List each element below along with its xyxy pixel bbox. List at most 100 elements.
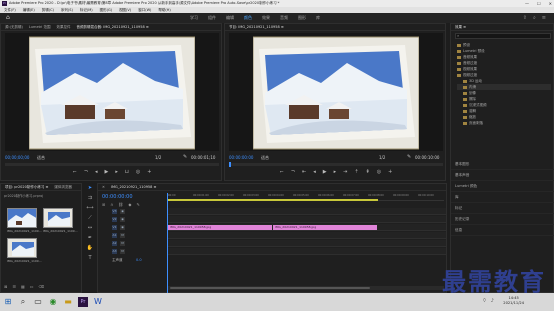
source-viewer[interactable] — [5, 33, 219, 151]
panel-lumetri-color[interactable]: Lumetri 颜色 — [451, 181, 554, 192]
track-lane[interactable] — [168, 208, 446, 215]
clock[interactable]: 14:45 2021/11/24 — [503, 296, 524, 306]
tab-effects[interactable]: 效果 ≡ — [455, 24, 466, 30]
share-icon[interactable]: ⇪ — [523, 13, 527, 23]
mark-out-icon[interactable]: ¬ — [84, 169, 88, 177]
wrench-icon[interactable]: ✎ — [136, 202, 139, 207]
mark-in-icon[interactable]: ⌐ — [280, 169, 284, 177]
panel-info[interactable]: 信息 — [451, 225, 554, 236]
tab-sequence[interactable]: IMG_20210921_110958 ≡ — [111, 184, 157, 190]
track-label[interactable]: V1 — [112, 225, 117, 230]
volume-icon[interactable]: ♪ — [491, 298, 494, 304]
track-lane[interactable] — [168, 216, 446, 223]
slip-tool-icon[interactable]: ↔ — [88, 225, 92, 231]
play-icon[interactable]: ▶ — [323, 169, 327, 177]
folder-icon[interactable]: ▬ — [63, 297, 73, 307]
workspace-tab-color[interactable]: 颜色 — [244, 13, 252, 23]
timeline-playhead[interactable] — [167, 193, 168, 293]
workspace-tab-editing[interactable]: 编辑 — [226, 13, 234, 23]
scrollbar-thumb[interactable] — [170, 287, 370, 289]
panel-libraries[interactable]: 库 — [451, 192, 554, 203]
nest-icon[interactable]: ⊞ — [102, 202, 105, 207]
program-timecode-current[interactable]: 00:00:00:00 — [229, 155, 253, 160]
network-icon[interactable]: ⌔ — [482, 298, 487, 304]
project-item[interactable]: IMG_20210921_1109... — [7, 208, 42, 233]
program-viewer[interactable] — [229, 33, 443, 151]
go-to-out-icon[interactable]: ⇥ — [343, 169, 347, 177]
track-lane[interactable] — [168, 248, 446, 255]
timeline-ruler[interactable]: 00:00 00:00:01:00 00:00:02:00 00:00:03:0… — [168, 193, 444, 201]
timeline-clip[interactable]: IMG_20210921_110958.jpg — [168, 225, 272, 230]
track-label[interactable]: A2 — [112, 241, 117, 246]
lift-icon[interactable]: ⇡ — [354, 169, 358, 177]
list-view-icon[interactable]: ☰ — [12, 284, 16, 289]
marker-icon[interactable]: ◆ — [128, 202, 131, 207]
track-select-icon[interactable]: ⇉ — [88, 195, 92, 201]
workspace-tab-libraries[interactable]: 库 — [316, 13, 320, 23]
export-frame-icon[interactable]: ◎ — [136, 169, 140, 177]
step-forward-icon[interactable]: ▸ — [334, 169, 337, 177]
source-timecode-current[interactable]: 00;00;00;00 — [5, 155, 29, 160]
premiere-taskbar-icon[interactable]: Pr — [78, 297, 88, 307]
panel-essential-graphics[interactable]: 基本图形 — [451, 159, 554, 170]
source-scrubber[interactable] — [5, 163, 219, 166]
mark-in-icon[interactable]: ⌐ — [73, 169, 77, 177]
minimize-button[interactable]: — — [525, 0, 529, 7]
step-forward-icon[interactable]: ▸ — [115, 169, 118, 177]
mute-icon[interactable]: M — [120, 249, 125, 254]
effects-search-input[interactable]: ⌕ — [455, 33, 551, 39]
search-icon[interactable]: ⌕ — [18, 297, 28, 307]
playhead-marker[interactable] — [229, 162, 231, 167]
razor-tool-icon[interactable]: ⟋ — [88, 215, 92, 221]
workspace-tab-graphics[interactable]: 图形 — [298, 13, 306, 23]
hand-tool-icon[interactable]: ✋ — [87, 245, 93, 251]
eye-icon[interactable]: ◉ — [120, 225, 125, 230]
timeline-clip[interactable]: IMG_20210921_110958.jpg — [273, 225, 377, 230]
tab-project[interactable]: 项目: pr2020制作小练习 ≡ — [5, 184, 48, 190]
pen-tool-icon[interactable]: ✒ — [88, 235, 92, 241]
program-fit-dropdown[interactable]: 适合 — [261, 155, 269, 161]
timeline-timecode[interactable]: 00:00:00:00 — [102, 194, 133, 200]
lock-icon[interactable]: ⊠ — [4, 284, 7, 289]
project-item[interactable]: IMG_20210921_1109... — [7, 238, 42, 263]
tab-lumetri-scopes[interactable]: Lumetri 范围 — [29, 24, 51, 30]
windows-start-icon[interactable]: ⊞ — [3, 297, 13, 307]
ripple-edit-icon[interactable]: ⟷ — [86, 205, 93, 211]
tab-audio-clip-mixer[interactable]: 音频剪辑混合器: IMG_20210921_110958 ≡ — [77, 24, 149, 30]
go-to-in-icon[interactable]: ⇤ — [302, 169, 306, 177]
insert-icon[interactable]: ⊔ — [125, 169, 129, 177]
workspace-tab-learn[interactable]: 学习 — [190, 13, 198, 23]
browser-icon[interactable]: ◉ — [48, 297, 58, 307]
search-icon[interactable]: ⌕ — [533, 13, 536, 23]
play-icon[interactable]: ▶ — [105, 169, 109, 177]
track-label[interactable]: V3 — [112, 209, 117, 214]
icon-view-icon[interactable]: ▦ — [21, 284, 25, 289]
trash-icon[interactable]: ⌫ — [39, 284, 45, 289]
tab-source[interactable]: 源:(无剪辑) — [5, 24, 23, 30]
add-button-icon[interactable]: + — [388, 169, 392, 177]
maximize-button[interactable]: ☐ — [537, 0, 541, 7]
step-back-icon[interactable]: ◂ — [313, 169, 316, 177]
track-label[interactable]: A1 — [112, 233, 117, 238]
track-lane[interactable] — [168, 240, 446, 247]
word-icon[interactable]: W — [93, 297, 103, 307]
workspace-tab-effects[interactable]: 效果 — [262, 13, 270, 23]
snap-icon[interactable]: ∩ — [110, 202, 113, 207]
source-resolution-dropdown[interactable]: 1/2 — [155, 155, 161, 160]
tab-effect-controls[interactable]: 效果控件 — [57, 24, 71, 30]
type-tool-icon[interactable]: T — [88, 255, 91, 261]
timeline-scrollbar[interactable] — [168, 286, 444, 290]
workspace-tab-audio[interactable]: 音频 — [280, 13, 288, 23]
close-button[interactable]: ✕ — [549, 0, 552, 7]
tab-program[interactable]: 节目: IMG_20210921_110958 ≡ — [229, 24, 284, 30]
tab-media-browser[interactable]: 媒体浏览器 — [54, 184, 72, 190]
selection-tool-icon[interactable]: ➤ — [88, 185, 92, 191]
task-view-icon[interactable]: ▭ — [33, 297, 43, 307]
eye-icon[interactable]: ◉ — [120, 217, 125, 222]
panel-markers[interactable]: 标记 — [451, 203, 554, 214]
panel-history[interactable]: 历史记录 — [451, 214, 554, 225]
mute-icon[interactable]: M — [120, 241, 125, 246]
extract-icon[interactable]: ⇞ — [366, 169, 370, 177]
eye-icon[interactable]: ◉ — [120, 209, 125, 214]
program-resolution-dropdown[interactable]: 1/2 — [379, 155, 385, 160]
